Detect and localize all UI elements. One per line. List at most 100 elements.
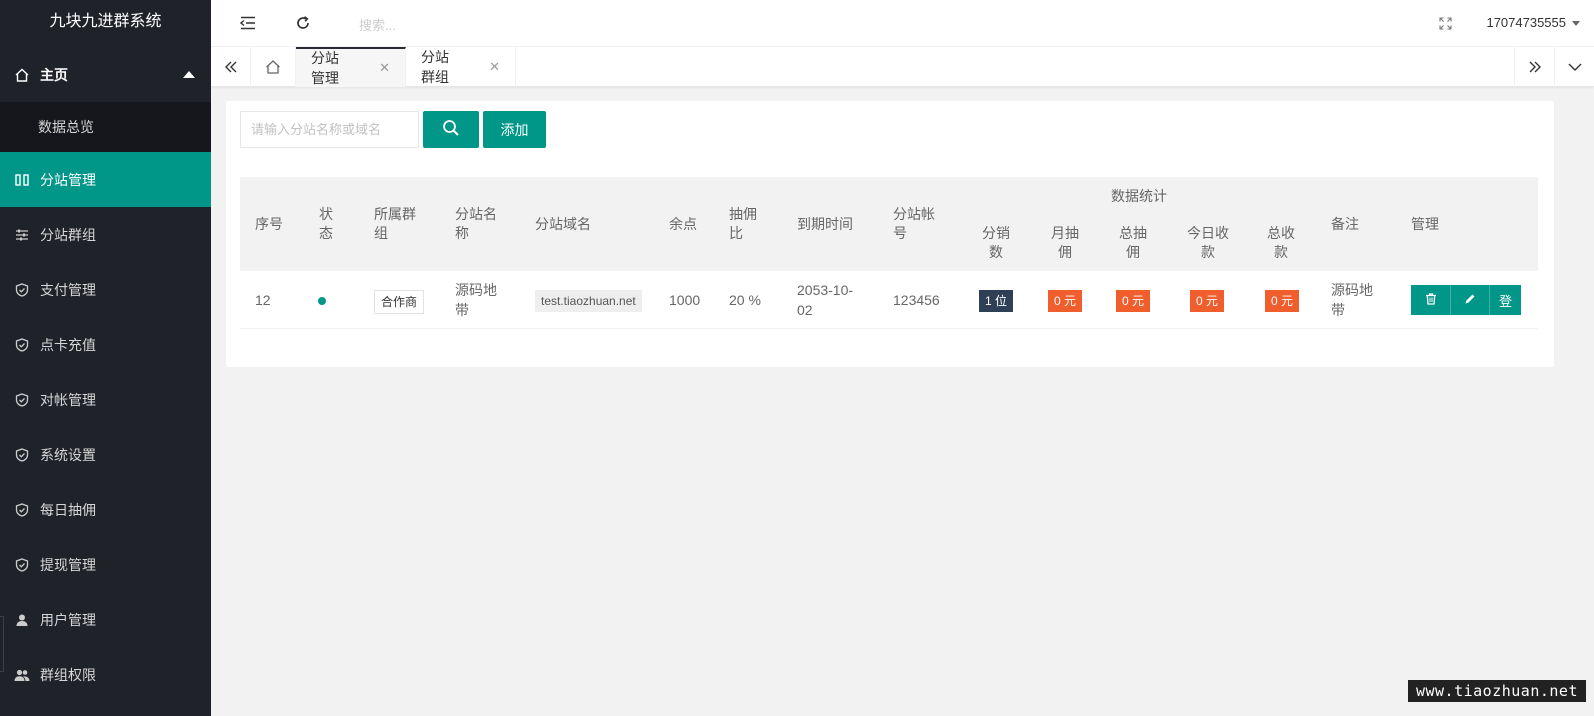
user-icon xyxy=(14,612,30,628)
shield-check-icon xyxy=(14,502,30,518)
tab-home-icon[interactable] xyxy=(251,47,296,87)
th-monthly: 月抽佣 xyxy=(1051,225,1079,260)
table-header: 序号 状态 所属群组 分站名称 分站域名 余点 抽佣比 到期时间 分站帐号 数据… xyxy=(240,177,1538,271)
login-button[interactable]: 登 xyxy=(1489,285,1521,315)
th-distributors: 分销数 xyxy=(982,225,1010,260)
sidebar-item-label: 对帐管理 xyxy=(40,391,96,408)
substation-search-input[interactable] xyxy=(240,111,419,148)
tab-substation-manage[interactable]: 分站管理 ✕ xyxy=(296,47,406,87)
sidebar-item-label: 点卡充值 xyxy=(40,336,96,353)
search-icon xyxy=(442,119,460,140)
th-note: 备注 xyxy=(1331,216,1359,232)
add-button[interactable]: 添加 xyxy=(483,111,546,148)
tabs-scroll-left-icon[interactable] xyxy=(211,47,251,87)
app-logo-title: 九块九进群系统 xyxy=(0,0,211,47)
cell-note: 源码地带 xyxy=(1331,282,1373,318)
cell-today-income: 0 元 xyxy=(1190,290,1225,312)
sidebar-item-label: 主页 xyxy=(40,66,68,83)
cell-total-income: 0 元 xyxy=(1265,290,1300,312)
sidebar-item-home[interactable]: 主页 xyxy=(0,47,211,102)
cell-domain: test.tiaozhuan.net xyxy=(535,290,642,312)
th-expire: 到期时间 xyxy=(797,216,853,232)
sidebar-item-reconciliation[interactable]: 对帐管理 xyxy=(0,372,211,427)
sidebar-item-daily-commission[interactable]: 每日抽佣 xyxy=(0,482,211,537)
tab-label: 分站管理 xyxy=(311,50,339,86)
tabs-menu-chevron-down-icon[interactable] xyxy=(1554,47,1594,87)
cell-total-commission: 0 元 xyxy=(1116,290,1151,312)
status-dot xyxy=(318,290,326,310)
delete-button[interactable] xyxy=(1411,285,1450,315)
page-tabs-bar: 分站管理 ✕ 分站群组 ✕ xyxy=(211,47,1594,87)
tab-substation-groups[interactable]: 分站群组 ✕ xyxy=(406,47,516,87)
watermark-text: www.tiaozhuan.net xyxy=(1407,680,1586,702)
shield-check-icon xyxy=(14,557,30,573)
sidebar-item-label: 分站群组 xyxy=(40,226,96,243)
sidebar-item-substation-manage[interactable]: 分站管理 xyxy=(0,152,211,207)
menu-fold-icon[interactable] xyxy=(239,14,257,32)
content-card: 添加 序号 状态 所属群组 分站名称 分站域名 余点 抽佣比 到期时间 分站帐号… xyxy=(226,101,1554,367)
sidebar-item-label: 系统设置 xyxy=(40,446,96,463)
caret-up-icon xyxy=(183,71,195,78)
sidebar-item-label: 群组权限 xyxy=(40,666,96,683)
th-index: 序号 xyxy=(255,216,283,232)
pencil-icon xyxy=(1464,293,1476,308)
substation-table: 序号 状态 所属群组 分站名称 分站域名 余点 抽佣比 到期时间 分站帐号 数据… xyxy=(240,177,1538,329)
sidebar-scroll-grip[interactable] xyxy=(0,616,4,672)
th-total-commission: 总抽佣 xyxy=(1119,225,1147,260)
tabs-scroll-right-icon[interactable] xyxy=(1514,47,1554,87)
monthly-badge: 0 元 xyxy=(1048,290,1083,312)
table-row: 12 合作商 源码地带 test.tiaozhuan.net 1000 20 %… xyxy=(240,271,1538,329)
close-icon[interactable]: ✕ xyxy=(489,59,500,75)
cell-group: 合作商 xyxy=(374,290,425,314)
sidebar-item-label: 用户管理 xyxy=(40,611,96,628)
th-stats: 数据统计 xyxy=(1111,188,1167,204)
cell-distributors: 1 位 xyxy=(979,290,1014,312)
th-name: 分站名称 xyxy=(455,206,497,241)
sliders-icon xyxy=(14,227,30,243)
domain-tag: test.tiaozhuan.net xyxy=(535,290,642,312)
sidebar-subitem-dashboard[interactable]: 数据总览 xyxy=(0,102,211,152)
th-today-income: 今日收款 xyxy=(1187,225,1229,260)
shield-check-icon xyxy=(14,282,30,298)
th-total-income: 总收款 xyxy=(1267,225,1295,260)
user-menu[interactable]: 17074735555 xyxy=(1486,15,1566,30)
cell-name: 源码地带 xyxy=(455,282,497,318)
sidebar-item-label: 支付管理 xyxy=(40,281,96,298)
sidebar-item-substation-groups[interactable]: 分站群组 xyxy=(0,207,211,262)
cell-commission: 20 % xyxy=(729,292,761,308)
fullscreen-icon[interactable] xyxy=(1436,14,1454,32)
sidebar: 九块九进群系统 主页 数据总览 分站管理 分站群组 支付管理 点卡充值 对帐管理… xyxy=(0,0,211,716)
shield-check-icon xyxy=(14,392,30,408)
th-commission: 抽佣比 xyxy=(729,206,757,241)
shield-check-icon xyxy=(14,337,30,353)
cell-index: 12 xyxy=(255,292,271,308)
close-icon[interactable]: ✕ xyxy=(379,60,390,76)
total-commission-badge: 0 元 xyxy=(1116,290,1151,312)
th-group: 所属群组 xyxy=(374,206,416,241)
sidebar-item-card-recharge[interactable]: 点卡充值 xyxy=(0,317,211,372)
refresh-icon[interactable] xyxy=(294,14,312,32)
cell-expire: 2053-10-02 xyxy=(797,282,854,318)
sidebar-item-system-settings[interactable]: 系统设置 xyxy=(0,427,211,482)
top-header: 搜索... 17074735555 xyxy=(211,0,1594,47)
th-domain: 分站域名 xyxy=(535,216,591,232)
today-income-badge: 0 元 xyxy=(1190,290,1225,312)
th-balance: 余点 xyxy=(669,216,697,232)
distributors-badge: 1 位 xyxy=(979,290,1014,312)
group-tag: 合作商 xyxy=(374,290,425,314)
sidebar-item-label: 分站管理 xyxy=(40,171,96,188)
cell-account: 123456 xyxy=(893,292,940,308)
caret-down-icon[interactable] xyxy=(1572,21,1580,26)
sidebar-item-users[interactable]: 用户管理 xyxy=(0,592,211,647)
sidebar-item-withdrawal[interactable]: 提现管理 xyxy=(0,537,211,592)
th-account: 分站帐号 xyxy=(893,206,935,241)
sidebar-item-group-permissions[interactable]: 群组权限 xyxy=(0,647,211,702)
th-manage: 管理 xyxy=(1411,216,1439,232)
search-button[interactable] xyxy=(423,111,479,148)
cell-balance: 1000 xyxy=(669,292,701,308)
users-icon xyxy=(14,667,30,683)
header-search-input[interactable]: 搜索... xyxy=(359,15,396,34)
sidebar-item-payment[interactable]: 支付管理 xyxy=(0,262,211,317)
home-icon xyxy=(14,67,30,83)
edit-button[interactable] xyxy=(1450,285,1489,315)
